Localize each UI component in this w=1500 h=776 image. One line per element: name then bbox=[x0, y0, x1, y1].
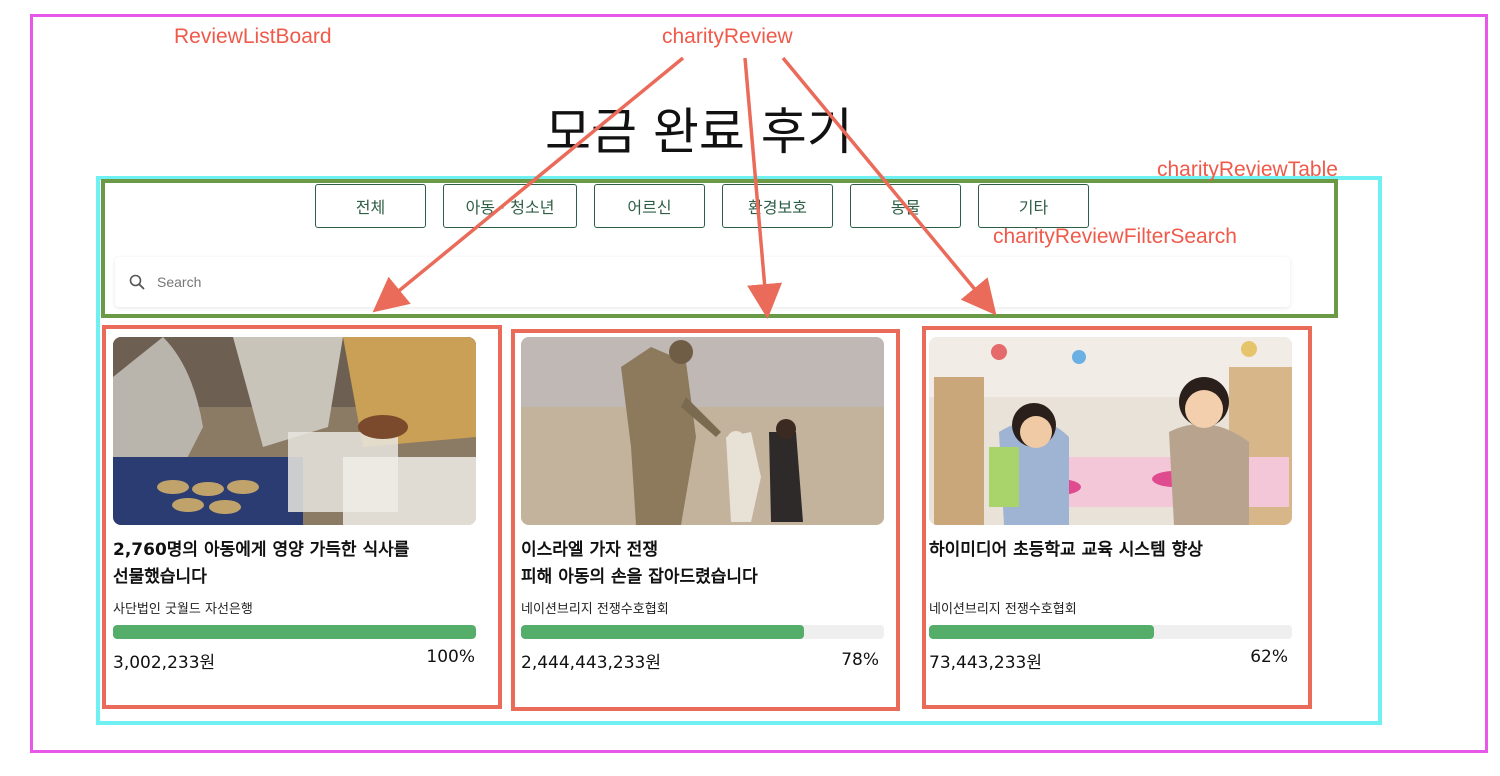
donation-progress-bar bbox=[521, 625, 884, 639]
donation-amount: 73,443,233원 bbox=[929, 653, 1042, 673]
review-title[interactable]: 이스라엘 가자 전쟁 피해 아동의 손을 잡아드렸습니다 bbox=[521, 537, 891, 591]
donation-percent: 100% bbox=[426, 647, 475, 667]
review-list-board-label: ReviewListBoard bbox=[174, 25, 332, 48]
review-organization: 네이션브리지 전쟁수호협회 bbox=[521, 602, 669, 617]
review-title[interactable]: 하이미디어 초등학교 교육 시스템 향상 bbox=[929, 537, 1299, 564]
donation-progress-bar bbox=[113, 625, 476, 639]
review-title[interactable]: 2,760명의 아동에게 영양 가득한 식사를 선물했습니다 bbox=[113, 537, 483, 591]
soldier-and-children-photo[interactable] bbox=[521, 337, 884, 525]
donation-percent: 78% bbox=[841, 650, 879, 670]
charity-review-filter-search-label: charityReviewFilterSearch bbox=[993, 225, 1237, 248]
donation-progress-fill bbox=[113, 625, 476, 639]
search-bar[interactable] bbox=[115, 257, 1290, 307]
charity-review-table-label: charityReviewTable bbox=[1157, 158, 1338, 181]
classroom-children-photo[interactable] bbox=[929, 337, 1292, 525]
donation-amount: 3,002,233원 bbox=[113, 653, 216, 673]
filter-animals-button[interactable]: 동물 bbox=[850, 184, 961, 228]
food-distribution-photo[interactable] bbox=[113, 337, 476, 525]
review-organization: 네이션브리지 전쟁수호협회 bbox=[929, 602, 1077, 617]
filter-seniors-button[interactable]: 어르신 bbox=[594, 184, 705, 228]
filter-environment-button[interactable]: 환경보호 bbox=[722, 184, 833, 228]
donation-progress-fill bbox=[929, 625, 1155, 639]
review-organization: 사단법인 굿월드 자선은행 bbox=[113, 602, 253, 617]
search-input[interactable] bbox=[155, 273, 1259, 291]
filter-other-button[interactable]: 기타 bbox=[978, 184, 1089, 228]
donation-progress-bar bbox=[929, 625, 1292, 639]
charity-review-label: charityReview bbox=[662, 25, 793, 48]
donation-progress-fill bbox=[521, 625, 805, 639]
page-title: 모금 완료 후기 bbox=[545, 103, 853, 161]
donation-percent: 62% bbox=[1250, 647, 1288, 667]
filter-all-button[interactable]: 전체 bbox=[315, 184, 426, 228]
donation-amount: 2,444,443,233원 bbox=[521, 653, 662, 673]
search-icon bbox=[129, 274, 145, 290]
filter-children-youth-button[interactable]: 아동 · 청소년 bbox=[443, 184, 577, 228]
